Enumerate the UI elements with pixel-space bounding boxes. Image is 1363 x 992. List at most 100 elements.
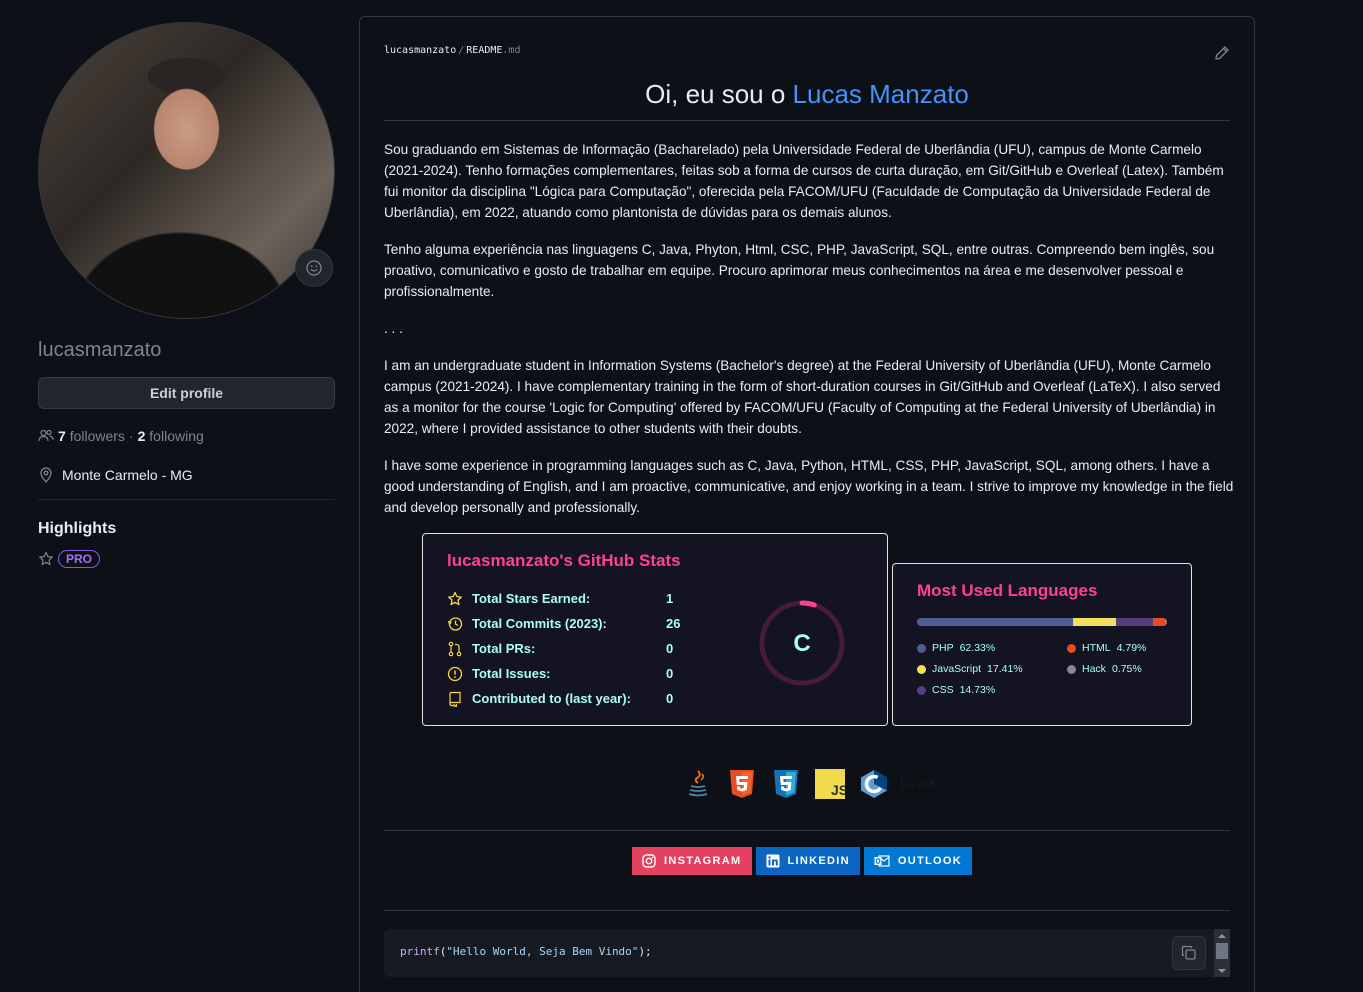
stat-label: Total PRs: (472, 641, 536, 656)
language-item-hack: Hack 0.75% (1067, 663, 1177, 675)
pro-badge: PRO (58, 550, 101, 568)
top-languages-card[interactable]: Most Used Languages PHP 62.33% HTML 4.79% … (892, 563, 1192, 726)
outlook-button[interactable]: OUTLOOK (863, 847, 972, 875)
languages-bar-segment (917, 618, 1073, 626)
stat-label: Total Issues: (472, 666, 551, 681)
stats-list: Total Stars Earned: 1 Total Commits (202… (447, 586, 696, 711)
pencil-icon (1215, 46, 1229, 60)
languages-bar-segment (1153, 618, 1166, 626)
stat-row: Total Commits (2023): 26 (447, 611, 696, 636)
code-line: printf("Hello World, Seja Bem Vindo"); (400, 945, 652, 958)
smiley-icon (306, 260, 322, 276)
followers-link[interactable]: 7 followers (58, 428, 125, 444)
title-prefix: Oi, eu sou o (645, 79, 793, 109)
set-status-button[interactable] (295, 249, 333, 287)
edit-profile-button[interactable]: Edit profile (38, 377, 335, 409)
tech-icons-row: JS LaTeX (683, 769, 937, 799)
pull-request-icon (447, 641, 463, 657)
paragraph-en-1: I am an undergraduate student in Informa… (384, 358, 1221, 436)
instagram-icon (642, 854, 656, 868)
following-label: following (149, 428, 204, 444)
readme-path-user[interactable]: lucasmanzato (384, 45, 456, 56)
code-close: ); (638, 945, 652, 958)
title-divider (384, 120, 1230, 121)
language-percent: 4.79% (1116, 642, 1147, 654)
code-string: "Hello World, Seja Bem Vindo" (446, 945, 639, 958)
location-icon (40, 467, 52, 483)
linkedin-label: LINKEDIN (787, 855, 850, 867)
code-block: printf("Hello World, Seja Bem Vindo"); (384, 929, 1230, 977)
stat-label: Contributed to (last year): (472, 691, 631, 706)
copy-code-button[interactable] (1172, 936, 1206, 970)
language-name: HTML (1082, 642, 1111, 654)
outlook-label: OUTLOOK (897, 855, 962, 867)
java-icon (683, 769, 713, 799)
follow-stats: 7 followers · 2 following (38, 428, 335, 444)
language-percent: 62.33% (959, 642, 996, 654)
avatar-container (38, 22, 335, 319)
paragraph-pt-2: Tenho alguma experiência nas linguagens … (384, 242, 1215, 299)
stats-title: lucasmanzato's GitHub Stats (447, 551, 681, 570)
instagram-button[interactable]: INSTAGRAM (632, 847, 752, 875)
language-dot (917, 664, 926, 674)
outlook-icon (874, 855, 890, 867)
stat-value: 0 (666, 691, 674, 706)
highlights-pro: PRO (38, 550, 335, 568)
code-scrollbar[interactable] (1214, 929, 1230, 977)
title-name: Lucas Manzato (792, 79, 969, 109)
stat-row: Total PRs: 0 (447, 636, 696, 661)
location-text: Monte Carmelo - MG (62, 467, 193, 483)
language-percent: 14.73% (959, 684, 996, 696)
latex-icon: LaTeX (899, 769, 937, 799)
readme-breadcrumb: lucasmanzato / README.md (384, 45, 520, 56)
edit-readme-button[interactable] (1214, 45, 1230, 66)
stat-row: Total Stars Earned: 1 (447, 586, 696, 611)
code-function: printf (400, 945, 440, 958)
stat-value: 1 (666, 591, 674, 606)
html5-icon (727, 769, 757, 799)
linkedin-icon (766, 854, 779, 868)
followers-label: followers (69, 428, 125, 444)
language-percent: 17.41% (987, 663, 1023, 675)
css3-icon (771, 769, 801, 799)
following-link[interactable]: 2 following (138, 428, 204, 444)
language-item-php: PHP 62.33% (917, 642, 1067, 654)
language-name: Hack (1082, 663, 1106, 675)
repo-icon (447, 691, 463, 707)
language-dot (1067, 664, 1076, 674)
language-item-javascript: JavaScript 17.41% (917, 663, 1067, 675)
issue-icon (447, 666, 463, 682)
latex-logo-text: LaTeX (899, 777, 937, 791)
rank-ring: C (759, 600, 845, 686)
avatar[interactable] (38, 22, 335, 319)
readme-path-separator: / (458, 45, 465, 56)
github-stats-card[interactable]: lucasmanzato's GitHub Stats Total Stars … (422, 533, 888, 726)
readme-path-ext: .md (502, 45, 521, 56)
linkedin-button[interactable]: LINKEDIN (755, 847, 860, 875)
stat-value: 0 (666, 666, 674, 681)
language-dot (1067, 643, 1076, 653)
stat-label: Total Commits (2023): (472, 616, 607, 631)
stat-row: Contributed to (last year): 0 (447, 686, 696, 711)
follow-separator: · (128, 428, 134, 444)
profile-sidebar: lucasmanzato Edit profile 7 followers · … (38, 22, 335, 568)
languages-bar-segment (1165, 618, 1167, 626)
location: Monte Carmelo - MG (38, 467, 335, 483)
section-divider (384, 910, 1230, 911)
profile-username: lucasmanzato (38, 339, 162, 361)
language-percent: 0.75% (1111, 663, 1142, 675)
language-dot (917, 643, 926, 653)
sidebar-divider (38, 499, 335, 500)
social-links: INSTAGRAM LINKEDIN OUTLOOK (632, 847, 972, 875)
c-language-icon (859, 769, 889, 799)
language-item-css: CSS 14.73% (917, 684, 1067, 696)
languages-bar (917, 618, 1167, 626)
language-name: PHP (932, 642, 954, 654)
readme-path-file: README (466, 45, 503, 56)
languages-bar-segment (1072, 618, 1117, 626)
paragraph-pt-1: Sou graduando em Sistemas de Informação … (384, 142, 1224, 220)
star-icon (447, 591, 463, 607)
section-divider (384, 830, 1230, 831)
paragraph-en-2: I have some experience in programming la… (384, 458, 1234, 515)
copy-icon (1181, 945, 1196, 960)
